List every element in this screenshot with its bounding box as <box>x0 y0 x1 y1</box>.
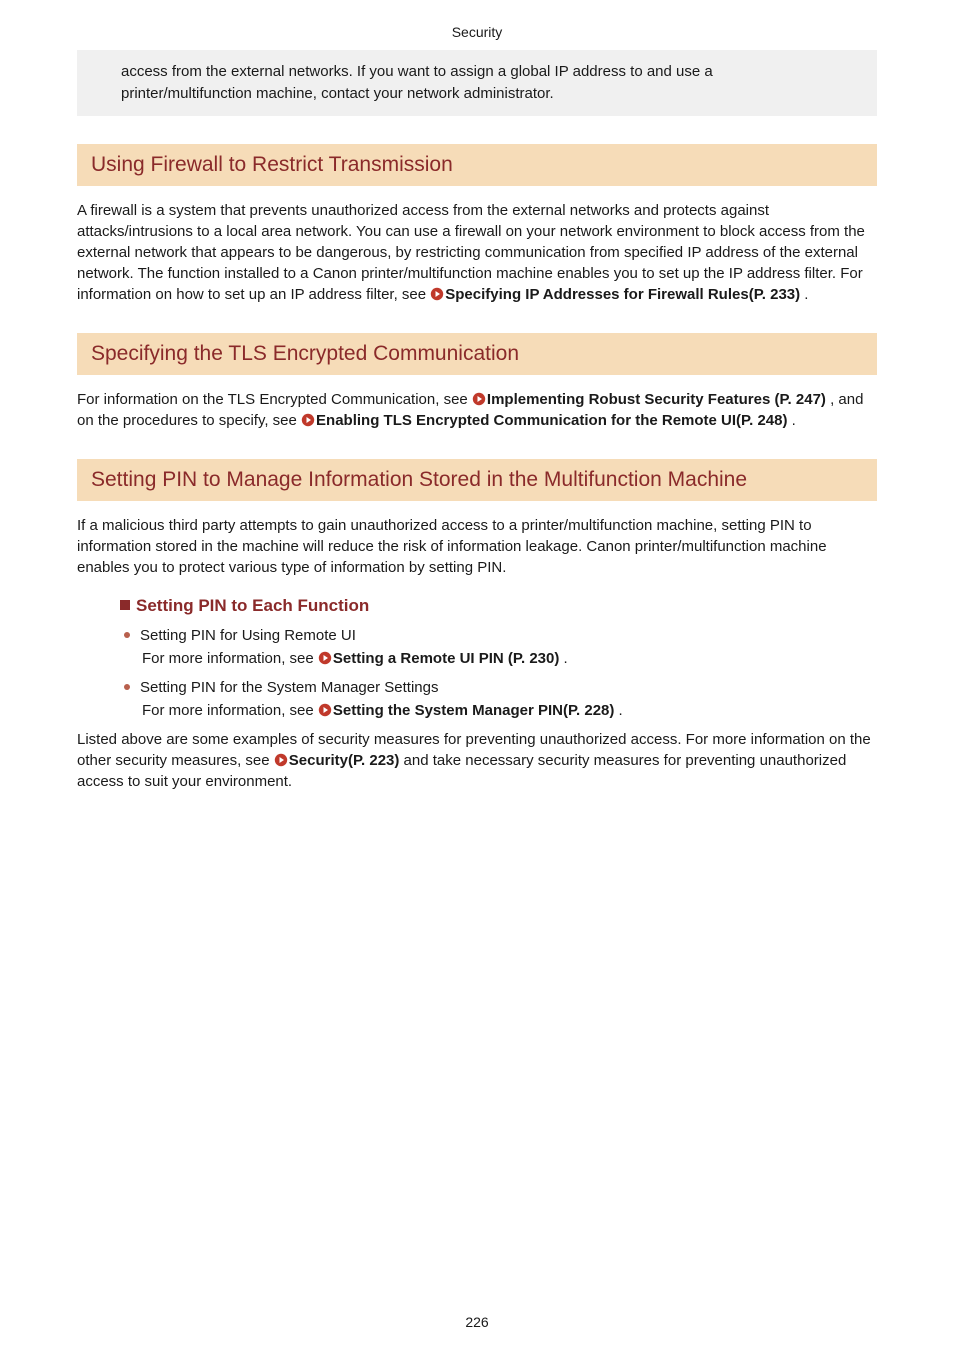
text-segment: . <box>800 286 808 303</box>
section-heading-firewall: Using Firewall to Restrict Transmission <box>77 144 877 186</box>
link-text: Implementing Robust Security Features (P… <box>487 391 826 408</box>
note-text: access from the external networks. If yo… <box>121 63 713 102</box>
page-header-title: Security <box>0 0 954 50</box>
play-circle-icon <box>301 413 315 427</box>
play-circle-icon <box>430 287 444 301</box>
bullet-title: Setting PIN for Using Remote UI <box>140 627 356 644</box>
play-circle-icon <box>472 392 486 406</box>
bullet-detail: For more information, see Setting the Sy… <box>140 702 623 719</box>
link-text: Specifying IP Addresses for Firewall Rul… <box>445 286 800 303</box>
pin-bullet-list: Setting PIN for Using Remote UI For more… <box>120 624 877 723</box>
list-item: Setting PIN for the System Manager Setti… <box>120 676 877 723</box>
link-remote-ui-pin[interactable]: Setting a Remote UI PIN (P. 230) <box>318 650 559 667</box>
play-circle-icon <box>274 753 288 767</box>
sub-heading-pin-each: Setting PIN to Each Function <box>120 596 877 616</box>
text-segment: . <box>787 412 795 429</box>
link-text: Security(P. 223) <box>289 752 400 769</box>
link-tls-remote-ui[interactable]: Enabling TLS Encrypted Communication for… <box>301 412 787 429</box>
link-text: Setting the System Manager PIN(P. 228) <box>333 702 614 719</box>
bullet-title: Setting PIN for the System Manager Setti… <box>140 679 438 696</box>
play-circle-icon <box>318 703 332 717</box>
bullet-detail: For more information, see Setting a Remo… <box>140 650 568 667</box>
text-segment: For information on the TLS Encrypted Com… <box>77 391 472 408</box>
paragraph-closing: Listed above are some examples of securi… <box>77 729 877 792</box>
text-segment: . <box>559 650 567 667</box>
link-text: Enabling TLS Encrypted Communication for… <box>316 412 787 429</box>
page-number: 226 <box>0 1314 954 1330</box>
link-security-chapter[interactable]: Security(P. 223) <box>274 752 400 769</box>
link-robust-security[interactable]: Implementing Robust Security Features (P… <box>472 391 826 408</box>
note-box: access from the external networks. If yo… <box>77 50 877 116</box>
square-bullet-icon <box>120 600 130 610</box>
link-system-manager-pin[interactable]: Setting the System Manager PIN(P. 228) <box>318 702 614 719</box>
text-segment: For more information, see <box>142 702 318 719</box>
paragraph-firewall: A firewall is a system that prevents una… <box>77 200 877 305</box>
main-content: access from the external networks. If yo… <box>0 50 954 792</box>
list-item: Setting PIN for Using Remote UI For more… <box>120 624 877 671</box>
text-segment: . <box>614 702 622 719</box>
paragraph-pin: If a malicious third party attempts to g… <box>77 515 877 578</box>
link-firewall-rules[interactable]: Specifying IP Addresses for Firewall Rul… <box>430 286 800 303</box>
text-segment: For more information, see <box>142 650 318 667</box>
play-circle-icon <box>318 651 332 665</box>
link-text: Setting a Remote UI PIN (P. 230) <box>333 650 559 667</box>
paragraph-tls: For information on the TLS Encrypted Com… <box>77 389 877 431</box>
sub-heading-text: Setting PIN to Each Function <box>136 596 369 615</box>
section-heading-pin: Setting PIN to Manage Information Stored… <box>77 459 877 501</box>
section-heading-tls: Specifying the TLS Encrypted Communicati… <box>77 333 877 375</box>
